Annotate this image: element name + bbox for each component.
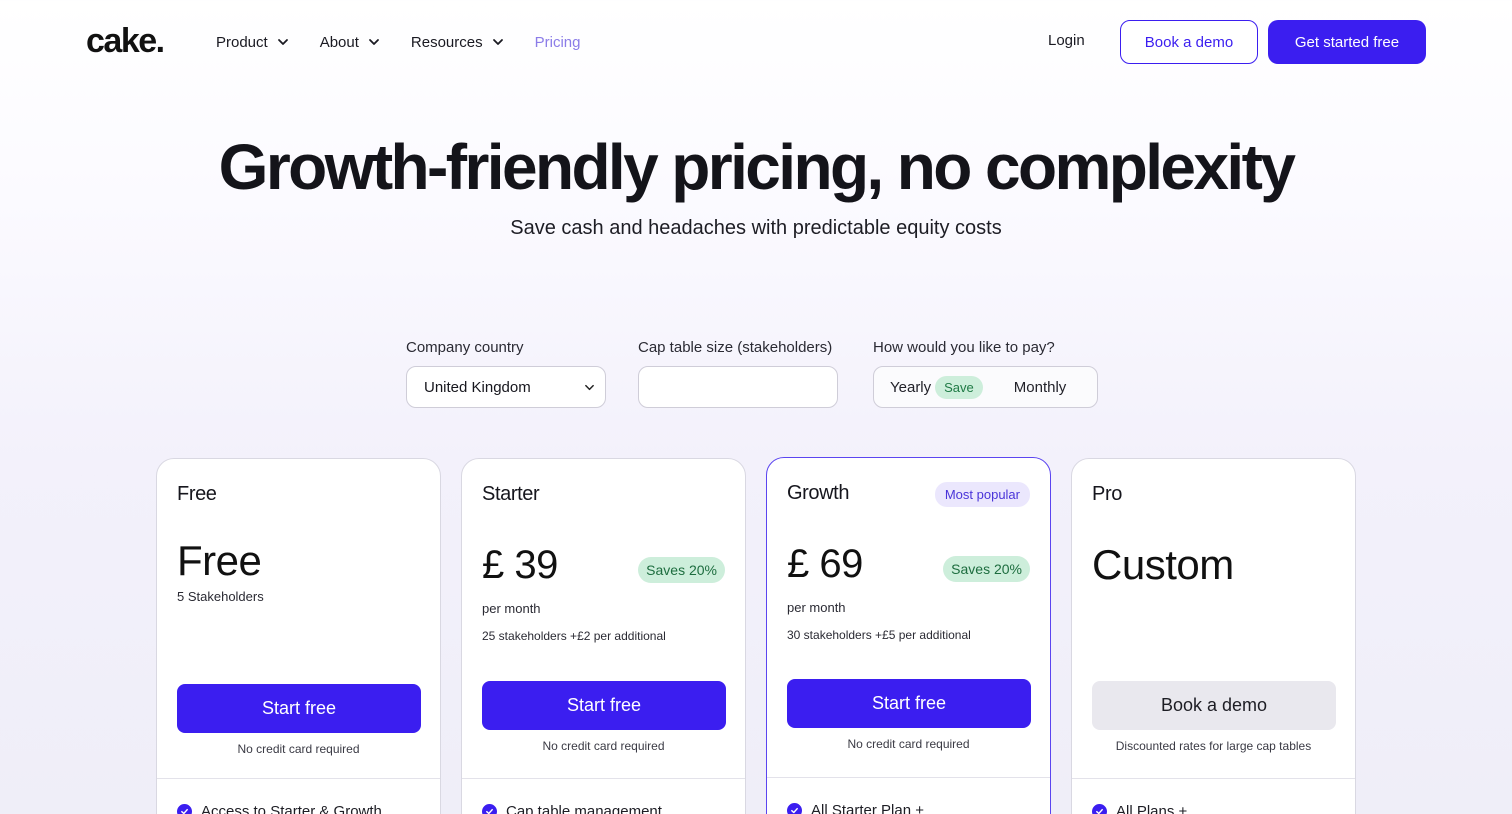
saves-badge: Saves 20% bbox=[943, 556, 1030, 582]
card-divider bbox=[767, 777, 1050, 778]
cap-table-label: Cap table size (stakeholders) bbox=[638, 339, 833, 356]
monthly-option[interactable]: Monthly bbox=[1014, 379, 1067, 396]
page-title: Growth-friendly pricing, no complexity bbox=[218, 131, 1296, 203]
book-demo-card-button[interactable]: Book a demo bbox=[1092, 681, 1336, 730]
save-badge: Save bbox=[935, 375, 983, 399]
plan-price: Custom bbox=[1092, 541, 1234, 588]
plan-note: Discounted rates for large cap tables bbox=[1115, 739, 1312, 753]
plan-note: No credit card required bbox=[847, 737, 970, 751]
country-select[interactable]: United Kingdom bbox=[406, 366, 606, 408]
feature-item: Cap table management bbox=[482, 803, 662, 814]
feature-item: All Plans + bbox=[1092, 803, 1187, 814]
check-icon bbox=[787, 803, 802, 814]
plan-period: per month bbox=[787, 600, 846, 615]
plan-name: Starter bbox=[482, 483, 540, 505]
feature-item: All Starter Plan + bbox=[787, 802, 924, 814]
main-menu: Product About Resources Pricing bbox=[216, 30, 611, 54]
chevron-down-icon bbox=[585, 384, 594, 391]
cake-logo[interactable]: cake. bbox=[86, 22, 165, 61]
plan-price: £ 69 bbox=[787, 542, 863, 586]
chevron-down-icon bbox=[492, 39, 503, 45]
card-divider bbox=[1072, 778, 1355, 779]
plan-price: Free bbox=[177, 537, 262, 584]
page-subtitle: Save cash and headaches with predictable… bbox=[510, 217, 1002, 239]
plan-period: per month bbox=[482, 601, 541, 616]
menu-item-pricing[interactable]: Pricing bbox=[535, 30, 581, 54]
plan-card-growth: Growth Most popular £ 69 Saves 20% per m… bbox=[766, 457, 1051, 814]
plan-card-pro: Pro Custom Book a demo Discounted rates … bbox=[1071, 458, 1356, 814]
plan-detail: 5 Stakeholders bbox=[177, 589, 264, 604]
plan-name: Pro bbox=[1092, 483, 1122, 505]
menu-label: About bbox=[319, 33, 359, 51]
feature-item: Access to Starter & Growth bbox=[177, 803, 382, 814]
login-link[interactable]: Login bbox=[1048, 32, 1085, 49]
saves-badge: Saves 20% bbox=[638, 557, 725, 583]
check-icon bbox=[1092, 804, 1107, 814]
plan-card-free: Free Free 5 Stakeholders Start free No c… bbox=[156, 458, 441, 814]
start-free-button[interactable]: Start free bbox=[787, 679, 1031, 728]
check-icon bbox=[482, 804, 497, 814]
most-popular-badge: Most popular bbox=[934, 482, 1030, 507]
start-free-button[interactable]: Start free bbox=[177, 684, 421, 733]
feature-label: All Starter Plan + bbox=[811, 802, 924, 814]
feature-label: Access to Starter & Growth bbox=[201, 803, 382, 814]
pay-label: How would you like to pay? bbox=[873, 339, 1055, 356]
plan-price: £ 39 bbox=[482, 543, 558, 587]
check-icon bbox=[177, 804, 192, 814]
menu-item-resources[interactable]: Resources bbox=[411, 30, 504, 54]
country-value: United Kingdom bbox=[424, 378, 531, 396]
plan-detail: 30 stakeholders +£5 per additional bbox=[787, 628, 971, 642]
chevron-down-icon bbox=[277, 39, 288, 45]
plan-name: Growth bbox=[787, 482, 850, 504]
plan-name: Free bbox=[177, 483, 217, 505]
book-demo-button[interactable]: Book a demo bbox=[1120, 20, 1258, 64]
cap-table-size-input[interactable] bbox=[638, 366, 838, 408]
card-divider bbox=[157, 778, 440, 779]
menu-item-product[interactable]: Product bbox=[216, 30, 289, 54]
menu-label: Product bbox=[216, 33, 268, 51]
country-label: Company country bbox=[406, 339, 524, 356]
feature-label: All Plans + bbox=[1116, 803, 1188, 814]
plan-detail: 25 stakeholders +£2 per additional bbox=[482, 629, 666, 643]
get-started-button[interactable]: Get started free bbox=[1268, 20, 1426, 64]
plan-note: No credit card required bbox=[237, 742, 360, 756]
plan-note: No credit card required bbox=[542, 739, 665, 753]
feature-label: Cap table management bbox=[506, 803, 662, 814]
top-navigation: cake. Product About Resources Pricing Lo… bbox=[0, 0, 1512, 84]
yearly-option[interactable]: Yearly bbox=[890, 379, 931, 396]
menu-item-about[interactable]: About bbox=[320, 30, 380, 54]
billing-toggle[interactable]: Yearly Save Monthly bbox=[873, 366, 1098, 408]
card-divider bbox=[462, 778, 745, 779]
plan-card-starter: Starter £ 39 Saves 20% per month 25 stak… bbox=[461, 458, 746, 814]
start-free-button[interactable]: Start free bbox=[482, 681, 726, 730]
menu-label: Resources bbox=[410, 33, 483, 51]
chevron-down-icon bbox=[369, 39, 379, 45]
